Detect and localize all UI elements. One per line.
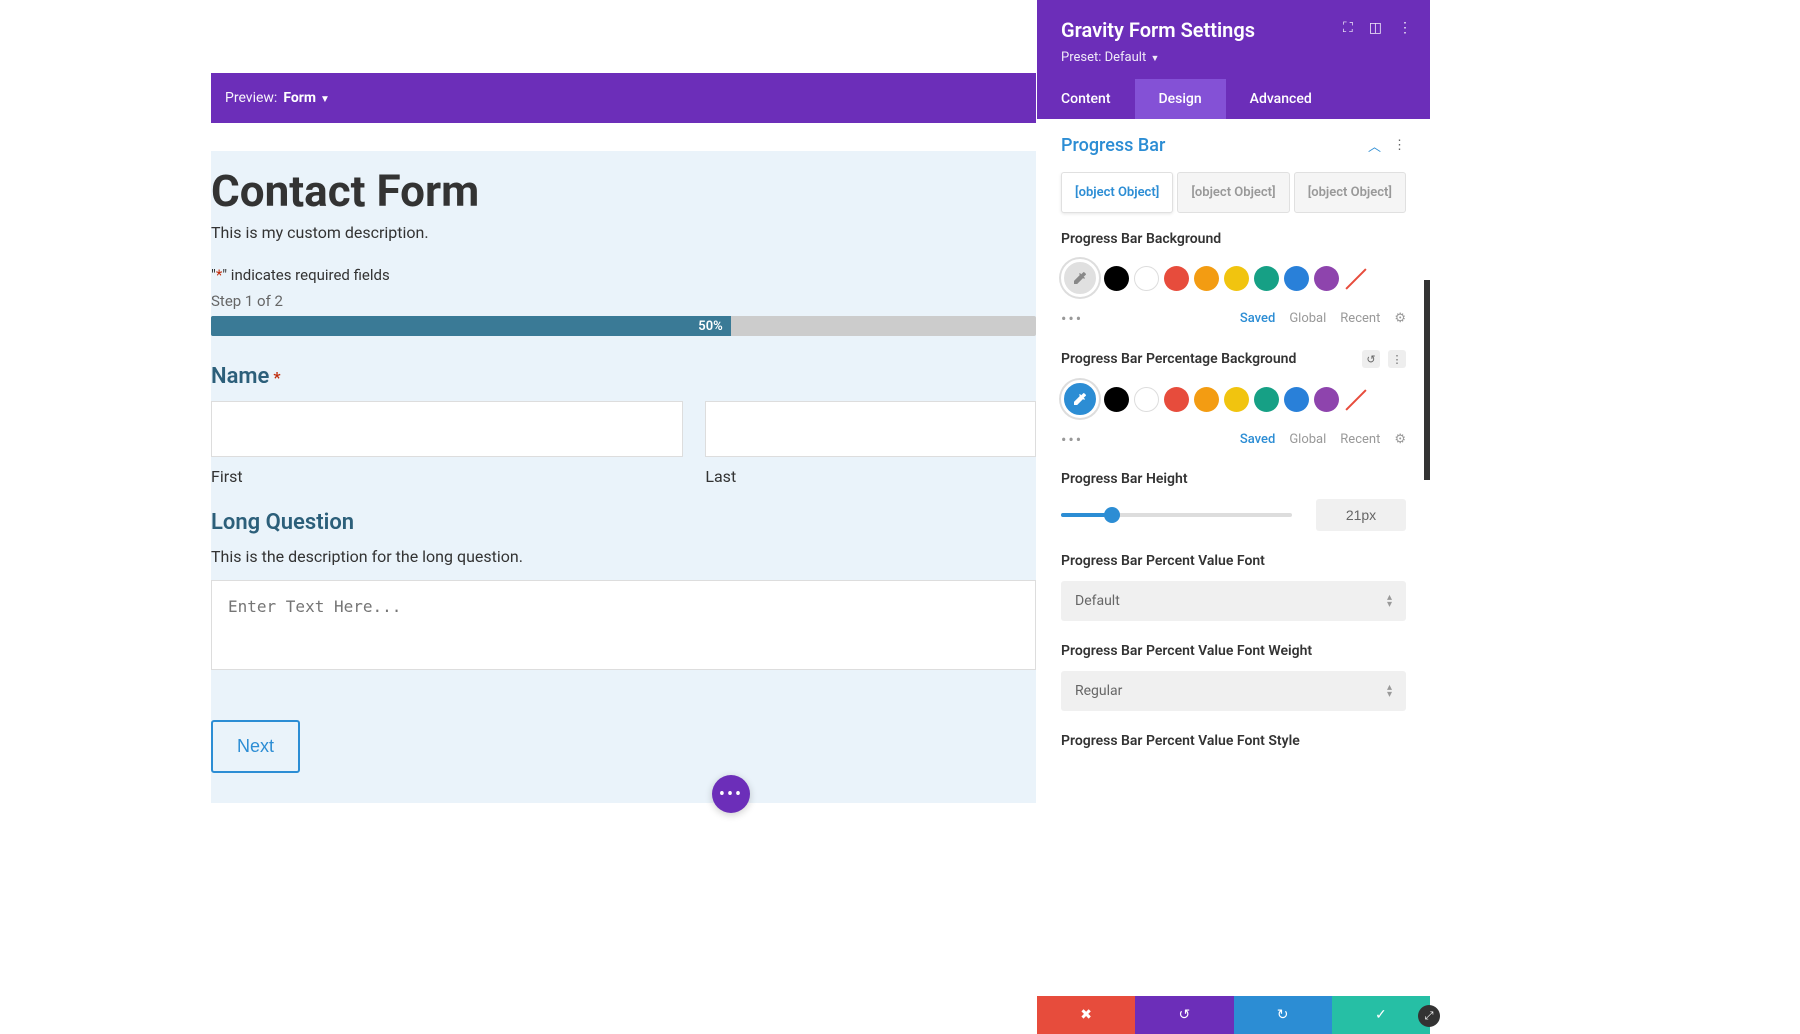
- style-label: Progress Bar Percent Value Font Style: [1061, 733, 1406, 749]
- color-purple[interactable]: [1314, 266, 1339, 291]
- font-setting: Progress Bar Percent Value Font Default …: [1061, 553, 1406, 621]
- long-question-textarea[interactable]: [211, 580, 1036, 670]
- color-picker-button[interactable]: [1061, 259, 1099, 297]
- redo-button[interactable]: ↻: [1234, 996, 1332, 1034]
- color-red[interactable]: [1164, 266, 1189, 291]
- progress-bar-percent: 50%: [698, 319, 722, 334]
- color-teal-2[interactable]: [1254, 387, 1279, 412]
- color-teal[interactable]: [1254, 266, 1279, 291]
- height-label: Progress Bar Height: [1061, 471, 1406, 487]
- undo-button[interactable]: ↺: [1135, 996, 1233, 1034]
- color-blue-2[interactable]: [1284, 387, 1309, 412]
- first-name-input[interactable]: [211, 401, 683, 457]
- color-blue[interactable]: [1284, 266, 1309, 291]
- last-name-sublabel: Last: [705, 467, 1036, 486]
- font-style-setting: Progress Bar Percent Value Font Style: [1061, 733, 1406, 749]
- color-orange[interactable]: [1194, 266, 1219, 291]
- form-preview: Contact Form This is my custom descripti…: [211, 151, 1036, 803]
- panel-scrollbar[interactable]: [1424, 280, 1430, 480]
- slider-thumb[interactable]: [1104, 507, 1120, 523]
- tab-advanced[interactable]: Advanced: [1226, 79, 1336, 119]
- color-black[interactable]: [1104, 266, 1129, 291]
- font-weight-setting: Progress Bar Percent Value Font Weight R…: [1061, 643, 1406, 711]
- object-tab-1[interactable]: [object Object]: [1061, 172, 1173, 213]
- color-more-icon[interactable]: •••: [1061, 309, 1083, 328]
- saved-tab[interactable]: Saved: [1240, 311, 1275, 326]
- object-tab-3[interactable]: [object Object]: [1294, 172, 1406, 213]
- progress-bar: 50%: [211, 316, 1036, 336]
- color-more-icon-2[interactable]: •••: [1061, 430, 1083, 449]
- reset-icon[interactable]: ↺: [1362, 350, 1380, 368]
- color-purple-2[interactable]: [1314, 387, 1339, 412]
- tab-content[interactable]: Content: [1037, 79, 1135, 119]
- global-tab-2[interactable]: Global: [1289, 432, 1326, 447]
- last-name-input[interactable]: [705, 401, 1036, 457]
- progress-bar-fill: 50%: [211, 316, 731, 336]
- recent-tab-2[interactable]: Recent: [1340, 432, 1380, 447]
- font-label: Progress Bar Percent Value Font: [1061, 553, 1406, 569]
- preset-dropdown[interactable]: Preset: Default ▼: [1061, 50, 1410, 65]
- expand-icon[interactable]: ⛶: [1343, 20, 1353, 36]
- color-red-2[interactable]: [1164, 387, 1189, 412]
- color-black-2[interactable]: [1104, 387, 1129, 412]
- long-question-description: This is the description for the long que…: [211, 547, 1036, 566]
- gear-icon[interactable]: ⚙: [1394, 311, 1406, 326]
- settings-panel: Gravity Form Settings Preset: Default ▼ …: [1037, 0, 1430, 1034]
- settings-body: [object Object] [object Object] [object …: [1037, 172, 1430, 996]
- color-yellow-2[interactable]: [1224, 387, 1249, 412]
- name-field: Name* First Last: [211, 364, 1036, 486]
- color-orange-2[interactable]: [1194, 387, 1219, 412]
- bg-label: Progress Bar Background: [1061, 231, 1406, 247]
- corner-expand-button[interactable]: ⤢: [1418, 1005, 1440, 1027]
- chevron-up-icon[interactable]: ︿: [1368, 136, 1381, 155]
- more-icon[interactable]: ⋮: [1398, 20, 1412, 36]
- preview-header: Preview: Form▼: [211, 73, 1036, 123]
- pct-bg-label: Progress Bar Percentage Background: [1061, 351, 1296, 367]
- cancel-button[interactable]: ✖: [1037, 996, 1135, 1034]
- color-picker-button-2[interactable]: [1061, 380, 1099, 418]
- floating-options-button[interactable]: •••: [712, 775, 750, 813]
- color-none-2[interactable]: [1344, 387, 1369, 412]
- color-white-2[interactable]: [1134, 387, 1159, 412]
- eyedropper-icon: [1072, 270, 1088, 286]
- long-question-label: Long Question: [211, 510, 1036, 535]
- height-value-input[interactable]: [1316, 499, 1406, 531]
- form-title: Contact Form: [211, 165, 1036, 223]
- progress-bar-pct-bg-setting: Progress Bar Percentage Background ↺ ⋮: [1061, 350, 1406, 449]
- panel-tabs: Content Design Advanced: [1037, 79, 1430, 119]
- section-header[interactable]: Progress Bar ︿ ⋮: [1037, 119, 1430, 172]
- save-button[interactable]: ✓: [1332, 996, 1430, 1034]
- first-name-sublabel: First: [211, 467, 683, 486]
- section-title: Progress Bar: [1061, 135, 1165, 156]
- color-yellow[interactable]: [1224, 266, 1249, 291]
- section-more-icon[interactable]: ⋮: [1393, 138, 1406, 153]
- panel-header: Gravity Form Settings Preset: Default ▼ …: [1037, 0, 1430, 79]
- setting-more-icon[interactable]: ⋮: [1388, 350, 1406, 368]
- height-slider[interactable]: [1061, 513, 1292, 517]
- name-field-label: Name*: [211, 364, 1036, 389]
- color-none[interactable]: [1344, 266, 1369, 291]
- weight-label: Progress Bar Percent Value Font Weight: [1061, 643, 1406, 659]
- tab-design[interactable]: Design: [1135, 79, 1226, 119]
- panel-action-bar: ✖ ↺ ↻ ✓: [1037, 996, 1430, 1034]
- long-question-field: Long Question This is the description fo…: [211, 510, 1036, 674]
- progress-bar-height-setting: Progress Bar Height: [1061, 471, 1406, 531]
- color-white[interactable]: [1134, 266, 1159, 291]
- saved-tab-2[interactable]: Saved: [1240, 432, 1275, 447]
- global-tab[interactable]: Global: [1289, 311, 1326, 326]
- font-select[interactable]: Default ▴▾: [1061, 581, 1406, 621]
- weight-select[interactable]: Regular ▴▾: [1061, 671, 1406, 711]
- next-button[interactable]: Next: [211, 720, 300, 773]
- object-tab-2[interactable]: [object Object]: [1177, 172, 1289, 213]
- eyedropper-icon: [1072, 391, 1088, 407]
- gear-icon-2[interactable]: ⚙: [1394, 432, 1406, 447]
- preview-dropdown[interactable]: Form▼: [283, 90, 330, 106]
- columns-icon[interactable]: ◫: [1369, 20, 1382, 36]
- form-description: This is my custom description.: [211, 223, 1036, 242]
- progress-bar-bg-setting: Progress Bar Background ••• Saved: [1061, 231, 1406, 328]
- required-fields-note: "*" indicates required fields: [211, 266, 1036, 284]
- recent-tab[interactable]: Recent: [1340, 311, 1380, 326]
- preview-label: Preview:: [225, 90, 277, 106]
- step-indicator: Step 1 of 2: [211, 292, 1036, 310]
